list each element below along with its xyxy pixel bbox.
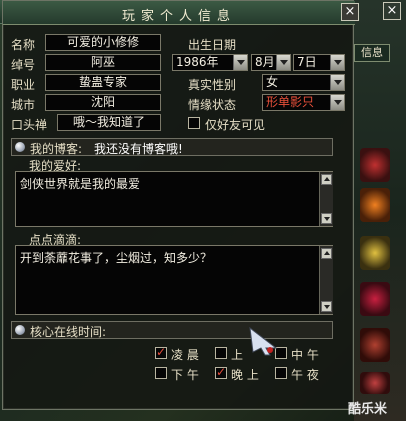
side-tab-info[interactable]: 信息	[354, 44, 390, 62]
nickname-label: 绰号	[11, 58, 36, 72]
scroll-down-icon[interactable]	[321, 301, 332, 312]
motto-field[interactable]: 哦～我知道了	[57, 114, 161, 131]
name-label: 名称	[11, 38, 36, 52]
birth-month-select[interactable]: 8月	[251, 54, 291, 71]
window-title: 玩家个人信息	[121, 9, 236, 24]
scroll-item-icon[interactable]	[360, 328, 390, 362]
flower-item-icon[interactable]	[360, 282, 390, 316]
relationship-value: 形单影只	[266, 95, 315, 109]
slot-evening-label: 晚 上	[231, 368, 259, 382]
slot-afternoon-checkbox[interactable]	[155, 367, 167, 379]
notes-scrollbar[interactable]	[319, 246, 333, 314]
orb-icon	[15, 142, 25, 152]
slot-noon-label: 中 午	[291, 348, 319, 362]
slot-morning-checkbox[interactable]	[215, 347, 227, 359]
online-time-label: 核心在线时间:	[30, 325, 107, 339]
relationship-select[interactable]: 形单影只	[262, 94, 345, 111]
friends-only-checkbox[interactable]	[188, 117, 200, 129]
gender-select[interactable]: 女	[262, 74, 345, 91]
chevron-down-icon	[276, 55, 290, 70]
birth-month-value: 8月	[255, 55, 275, 69]
boots-item-icon[interactable]	[360, 372, 390, 394]
slot-dawn-label: 凌 晨	[171, 348, 199, 362]
blog-value[interactable]: 我还没有博客哦!	[94, 140, 183, 157]
chevron-down-icon	[330, 95, 344, 110]
job-field[interactable]: 蛰蛊专家	[45, 74, 161, 91]
window-title-bar[interactable]: 玩家个人信息	[3, 1, 355, 25]
notes-text: 开到荼蘼花事了，尘烟过，知多少？	[20, 251, 213, 265]
hobby-textarea[interactable]: 剑侠世界就是我的最爱	[15, 171, 333, 227]
slot-morning-label: 上	[231, 348, 244, 362]
gender-value: 女	[266, 75, 279, 89]
birth-year-value: 1986年	[176, 55, 219, 69]
orb-icon	[15, 325, 25, 335]
friends-only-label: 仅好友可见	[205, 118, 266, 132]
slot-dawn-checkbox[interactable]	[155, 345, 167, 359]
slot-afternoon-label: 下 午	[171, 368, 199, 382]
slot-midnight-label: 午 夜	[291, 368, 319, 382]
cursor-icon	[249, 326, 278, 356]
city-label: 城市	[11, 98, 36, 112]
name-field[interactable]: 可爱的小修修	[45, 34, 161, 51]
player-info-window: 玩家个人信息 × 名称 可爱的小修修 绰号 阿巫 职业 蛰蛊专家 城市 沈阳 口…	[2, 0, 359, 410]
gender-label: 真实性别	[188, 78, 237, 92]
ring-item-icon[interactable]	[360, 236, 390, 270]
side-close-button[interactable]: ×	[383, 2, 401, 20]
chevron-down-icon	[330, 75, 344, 90]
scroll-down-icon[interactable]	[321, 213, 332, 224]
sword-item-icon[interactable]	[360, 148, 390, 182]
amulet-item-icon[interactable]	[360, 188, 390, 222]
relationship-label: 情缘状态	[188, 98, 237, 112]
city-field[interactable]: 沈阳	[45, 94, 161, 111]
notes-textarea[interactable]: 开到荼蘼花事了，尘烟过，知多少？	[15, 245, 333, 315]
nickname-field[interactable]: 阿巫	[45, 54, 161, 71]
motto-label: 口头禅	[11, 118, 48, 132]
slot-midnight-checkbox[interactable]	[275, 367, 287, 379]
birthdate-label: 出生日期	[188, 38, 237, 52]
chevron-down-icon	[330, 55, 344, 70]
scroll-up-icon[interactable]	[321, 174, 332, 185]
birth-day-value: 7日	[297, 55, 317, 69]
hobby-text: 剑侠世界就是我的最爱	[20, 177, 141, 191]
chevron-down-icon	[233, 55, 247, 70]
blog-bar: 我的博客: 我还没有博客哦!	[11, 138, 333, 156]
watermark-text: 酷乐米	[348, 402, 388, 417]
blog-label: 我的博客:	[30, 142, 83, 156]
hobby-scrollbar[interactable]	[319, 172, 333, 226]
slot-evening-checkbox[interactable]	[215, 365, 227, 379]
birth-year-select[interactable]: 1986年	[172, 54, 248, 71]
close-button[interactable]: ×	[341, 3, 359, 21]
job-label: 职业	[11, 78, 36, 92]
birth-day-select[interactable]: 7日	[293, 54, 345, 71]
online-time-bar: 核心在线时间:	[11, 321, 333, 339]
scroll-up-icon[interactable]	[321, 248, 332, 259]
